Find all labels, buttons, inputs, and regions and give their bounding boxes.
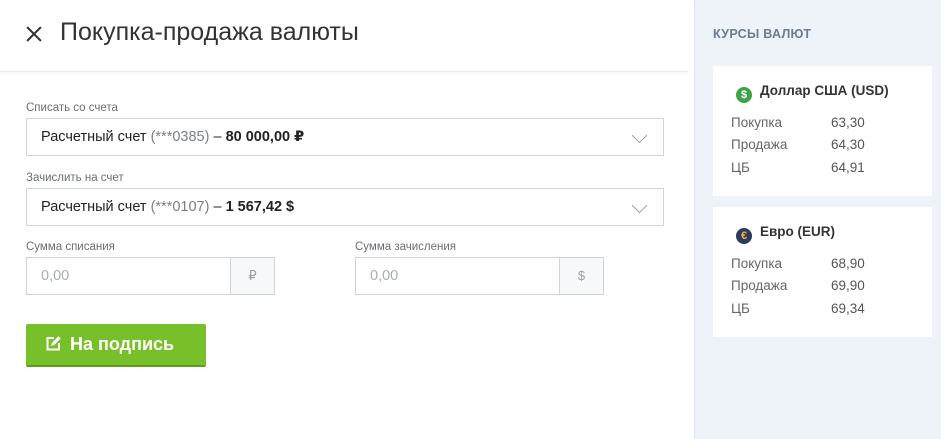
edit-icon	[45, 335, 62, 357]
submit-button-content: На подпись	[45, 334, 174, 357]
euro-coin-icon: €	[736, 228, 752, 244]
debit-account-dash: –	[213, 129, 222, 145]
usd-card-title: $ Доллар США (USD)	[736, 83, 889, 103]
credit-account-value: Расчетный счет (***0107) – 1 567,42 $	[41, 199, 294, 215]
chevron-down-icon	[631, 197, 648, 214]
debit-account-select[interactable]: Расчетный счет (***0385) – 80 000,00 ₽	[26, 118, 664, 156]
debit-account-value: Расчетный счет (***0385) – 80 000,00 ₽	[41, 129, 304, 145]
credit-amount-label: Сумма зачисления	[355, 241, 457, 253]
rate-label: Покупка	[731, 115, 783, 130]
usd-rate-card: $ Доллар США (USD) Покупка 63,30 Продажа …	[713, 66, 932, 196]
credit-account-name: Расчетный счет	[41, 199, 147, 215]
submit-button-label: На подпись	[70, 334, 175, 354]
credit-account-number: (***0107)	[150, 199, 210, 215]
dollar-coin-icon: $	[736, 87, 752, 103]
page-header: Покупка-продажа валюты	[0, 0, 688, 72]
debit-account-balance: 80 000,00 ₽	[225, 129, 305, 145]
debit-amount-input[interactable]	[26, 257, 231, 295]
rate-label: ЦБ	[731, 301, 750, 316]
credit-account-dash: –	[213, 199, 222, 215]
rate-label: Продажа	[731, 278, 788, 293]
credit-account-label: Зачислить на счет	[26, 172, 124, 184]
rates-heading: КУРСЫ ВАЛЮТ	[713, 27, 812, 41]
debit-currency-addon: ₽	[231, 257, 275, 295]
credit-amount-input[interactable]	[355, 257, 560, 295]
debit-amount-label: Сумма списания	[26, 241, 115, 253]
rate-label: ЦБ	[731, 160, 750, 175]
page-title: Покупка-продажа валюты	[60, 18, 359, 46]
main-panel: Покупка-продажа валюты Списать со счета …	[0, 0, 694, 439]
credit-currency-addon: $	[560, 257, 604, 295]
rate-label: Продажа	[731, 137, 788, 152]
debit-account-number: (***0385)	[150, 129, 210, 145]
chevron-down-icon	[631, 127, 648, 144]
rates-sidebar: КУРСЫ ВАЛЮТ $ Доллар США (USD) Покупка 63…	[694, 0, 941, 439]
eur-card-title: € Евро (EUR)	[736, 224, 835, 244]
rate-value: 69,34	[831, 301, 865, 316]
submit-for-signature-button[interactable]: На подпись	[26, 324, 206, 367]
rate-label: Покупка	[731, 256, 783, 271]
credit-account-balance: 1 567,42 $	[225, 199, 295, 215]
usd-title-text: Доллар США (USD)	[760, 83, 889, 98]
rate-value: 68,90	[831, 256, 865, 271]
rate-value: 63,30	[831, 115, 865, 130]
debit-account-name: Расчетный счет	[41, 129, 147, 145]
debit-account-label: Списать со счета	[26, 102, 118, 114]
rate-value: 64,91	[831, 160, 865, 175]
close-icon[interactable]	[24, 24, 44, 44]
eur-rate-card: € Евро (EUR) Покупка 68,90 Продажа 69,90 …	[713, 207, 932, 337]
credit-account-select[interactable]: Расчетный счет (***0107) – 1 567,42 $	[26, 188, 664, 226]
rate-value: 69,90	[831, 278, 865, 293]
eur-title-text: Евро (EUR)	[760, 224, 836, 239]
rate-value: 64,30	[831, 137, 865, 152]
